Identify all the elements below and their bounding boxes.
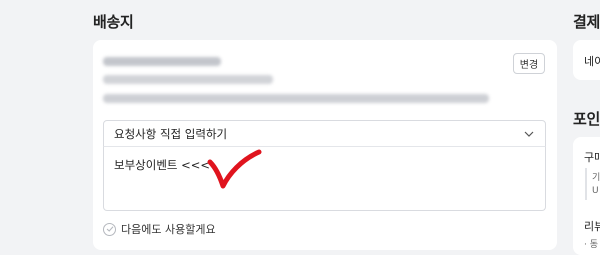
delivery-request-select-value: 요청사항 직접 입력하기: [114, 126, 228, 141]
payment-title: 결제: [573, 13, 600, 31]
delivery-request-textarea[interactable]: 보부상이벤트 <<<: [103, 146, 546, 211]
purchase-label: 구매: [584, 151, 600, 164]
recipient-name-blurred: [103, 57, 221, 66]
purchase-divider: [585, 168, 587, 200]
shipping-title: 배송지: [93, 13, 134, 31]
chevron-down-icon: [524, 131, 534, 137]
points-title: 포인: [573, 110, 600, 128]
recipient-address-blurred: [103, 94, 489, 103]
purchase-line-1: 기: [592, 173, 600, 183]
save-for-next-label: 다음에도 사용할게요: [121, 223, 216, 236]
review-label: 리뷰: [584, 220, 600, 233]
review-sub: · 동: [584, 240, 599, 250]
purchase-line-2: U: [592, 186, 599, 196]
delivery-request-select[interactable]: 요청사항 직접 입력하기: [103, 120, 546, 147]
payment-method-label[interactable]: 네이: [584, 53, 600, 69]
change-address-button[interactable]: 변경: [513, 53, 545, 74]
check-circle-icon: [103, 222, 116, 236]
shipping-card: 변경 요청사항 직접 입력하기 보부상이벤트 <<< 다음에도 사용할게요: [93, 40, 557, 250]
save-for-next-checkbox[interactable]: 다음에도 사용할게요: [103, 221, 216, 237]
recipient-phone-blurred: [103, 75, 273, 84]
delivery-request-text: 보부상이벤트 <<<: [114, 158, 211, 172]
red-checkmark-annotation: [207, 149, 262, 189]
